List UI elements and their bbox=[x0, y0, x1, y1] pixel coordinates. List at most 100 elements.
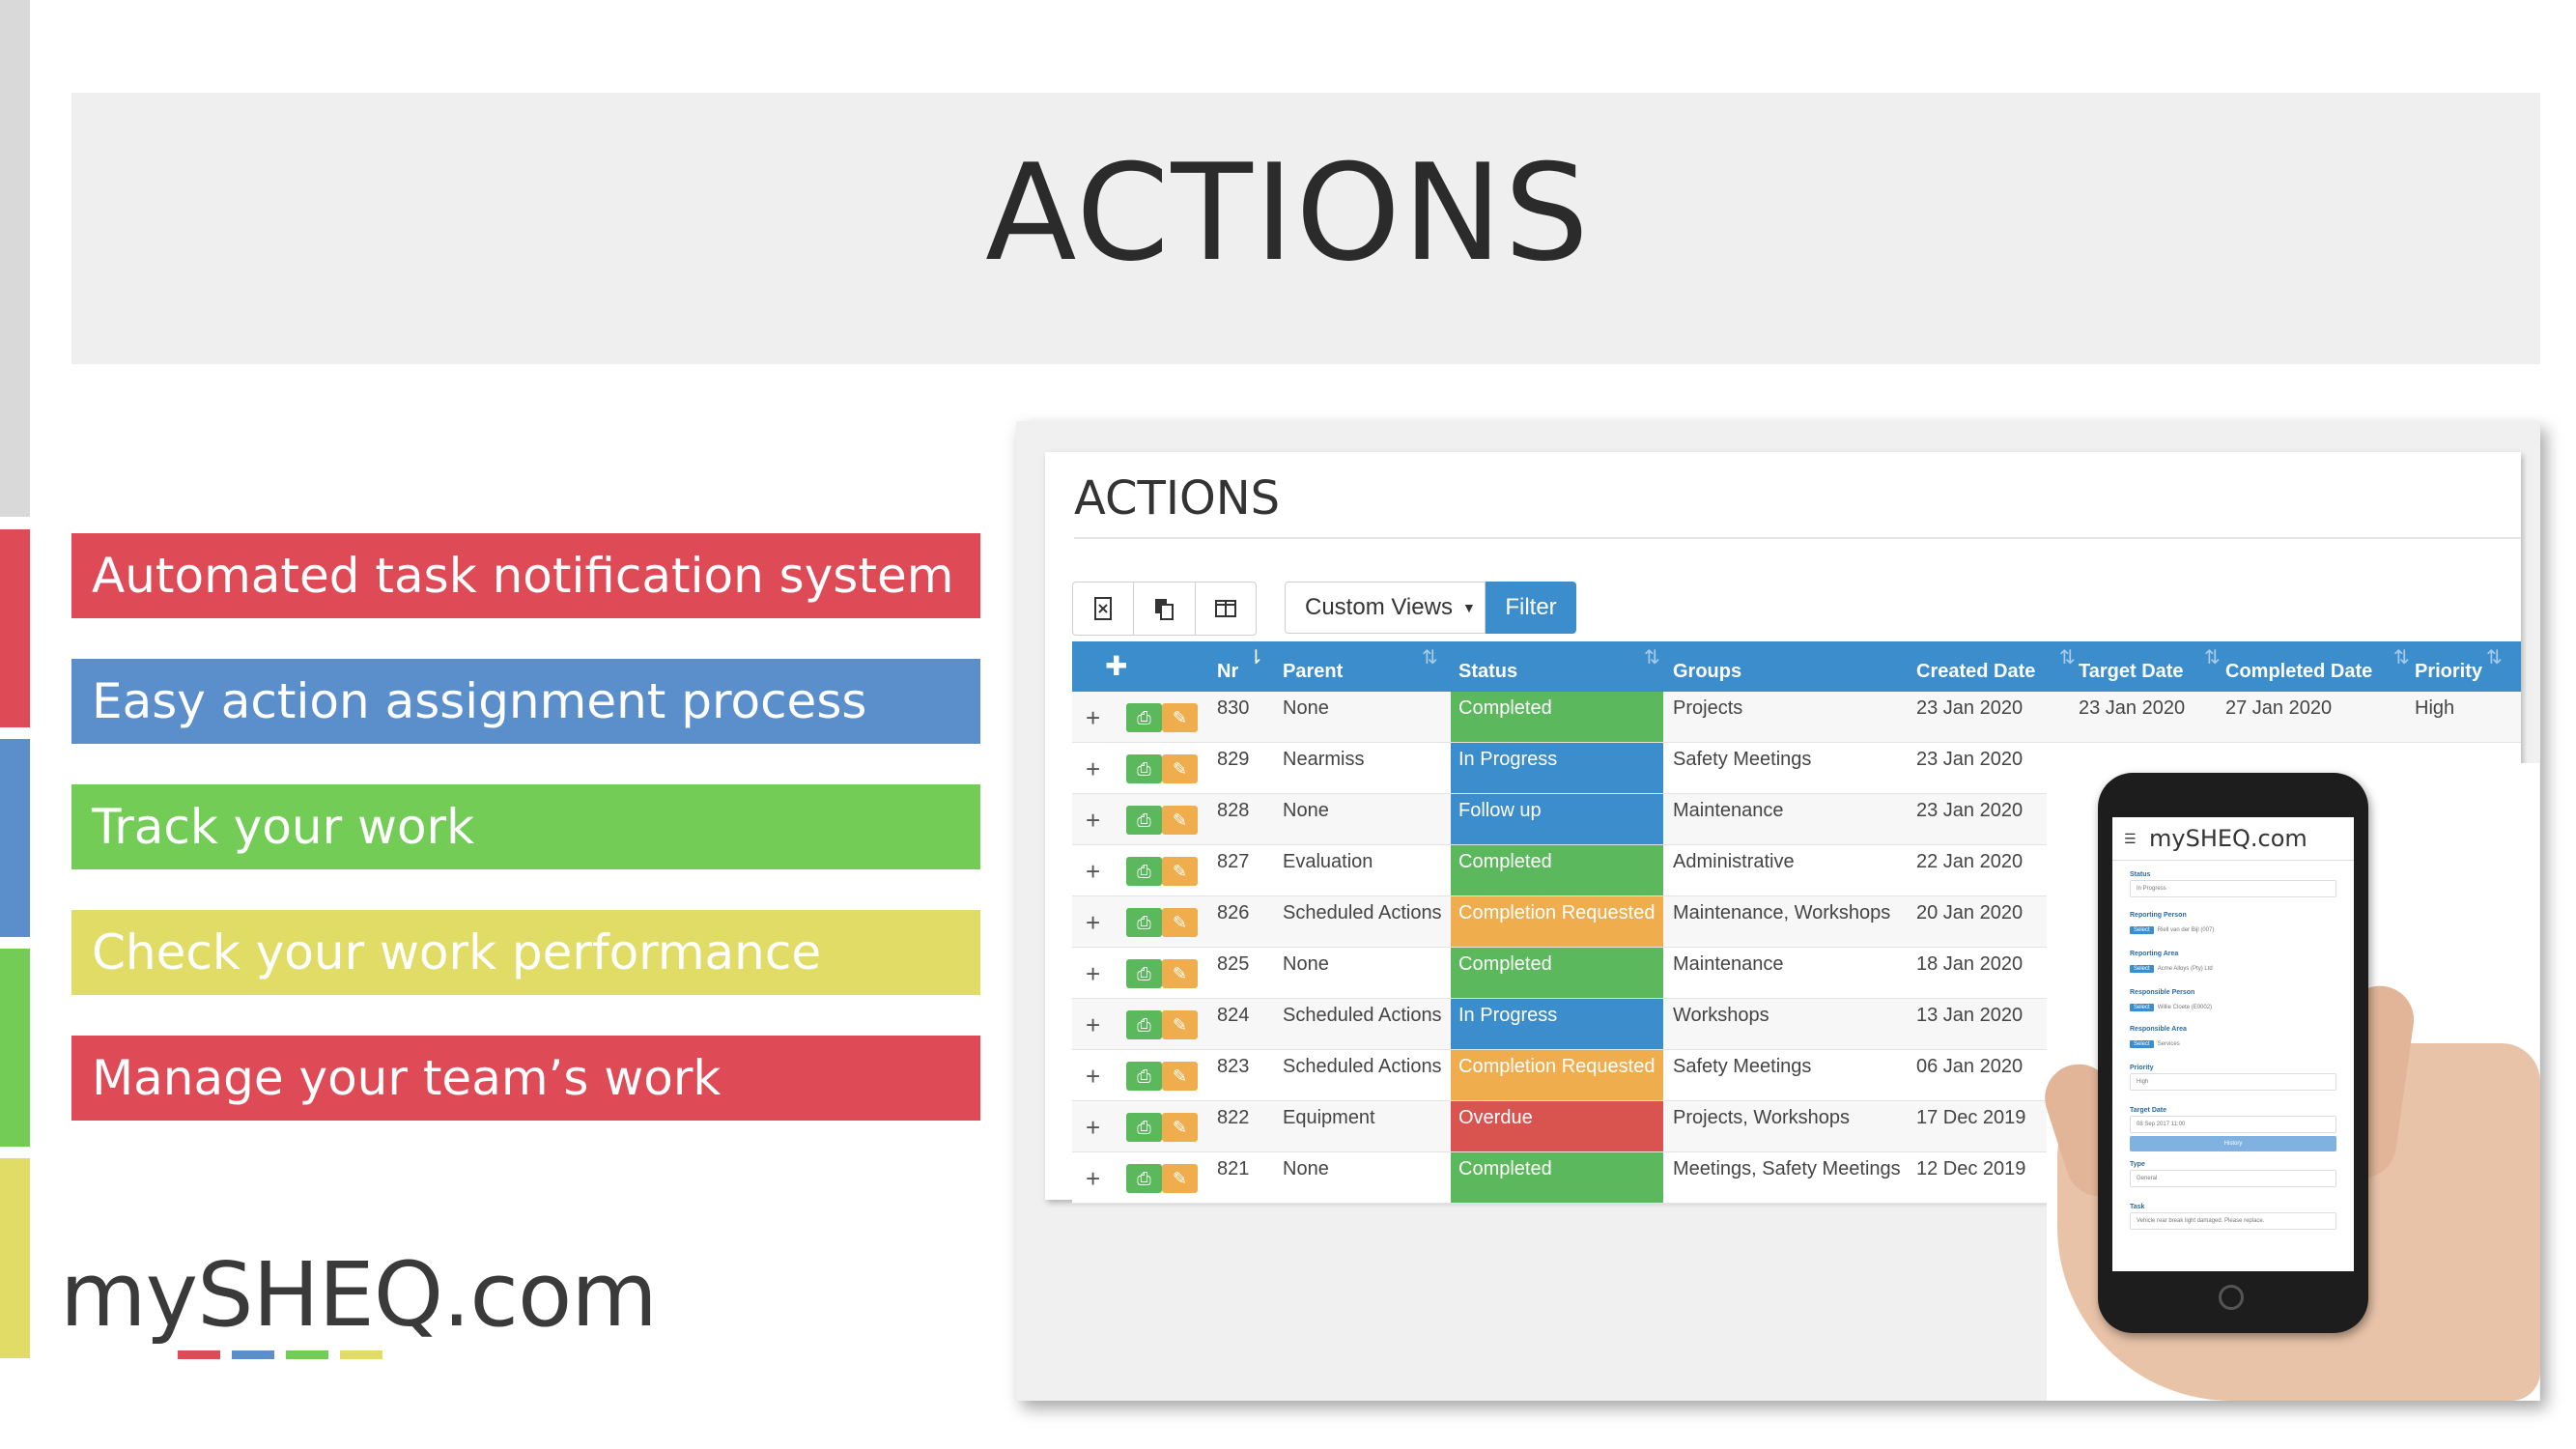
panel-title: ACTIONS bbox=[1074, 471, 1281, 526]
print-icon[interactable]: ⎙ bbox=[1126, 703, 1162, 732]
mobile-field[interactable]: Priority High bbox=[2130, 1065, 2336, 1091]
expand-row-icon[interactable]: + bbox=[1086, 756, 1100, 781]
expand-row-icon[interactable]: + bbox=[1086, 705, 1100, 730]
cell-groups: Maintenance bbox=[1673, 953, 1784, 975]
mobile-field-input[interactable]: In Progress bbox=[2130, 880, 2336, 897]
edit-icon[interactable]: ✎ bbox=[1162, 908, 1198, 937]
edit-icon[interactable]: ✎ bbox=[1162, 857, 1198, 886]
history-button[interactable]: History bbox=[2130, 1136, 2336, 1151]
edit-icon[interactable]: ✎ bbox=[1162, 754, 1198, 783]
print-icon[interactable]: ⎙ bbox=[1126, 908, 1162, 937]
custom-views-dropdown[interactable]: Custom Views ▼ bbox=[1285, 582, 1486, 634]
feature-bar: Check your work performance bbox=[71, 910, 980, 995]
expand-row-icon[interactable]: + bbox=[1086, 961, 1100, 986]
table-row[interactable]: + ⎙ ✎ 830 None Completed Projects 23 Jan 2020 23… bbox=[1072, 692, 2521, 743]
select-button[interactable]: Select bbox=[2130, 1004, 2154, 1011]
mobile-field-label: Reporting Person bbox=[2130, 912, 2187, 919]
hamburger-menu-icon[interactable]: ☰ bbox=[2124, 831, 2137, 847]
mobile-field[interactable]: Target Date 08 Sep 2017 11:00 bbox=[2130, 1107, 2336, 1133]
print-icon[interactable]: ⎙ bbox=[1126, 806, 1162, 835]
expand-row-icon[interactable]: + bbox=[1086, 808, 1100, 833]
mobile-field[interactable]: Responsible Person Select Willie Cloete (E… bbox=[2130, 989, 2336, 1013]
logo-underline-yellow bbox=[340, 1350, 382, 1359]
sort-icon[interactable]: ⇅ bbox=[2486, 643, 2503, 672]
cell-status: In Progress bbox=[1451, 743, 1663, 793]
left-strip-blue bbox=[0, 739, 30, 937]
expand-row-icon[interactable]: + bbox=[1086, 1064, 1100, 1089]
print-icon[interactable]: ⎙ bbox=[1126, 857, 1162, 886]
edit-icon[interactable]: ✎ bbox=[1162, 1062, 1198, 1091]
cell-nr: 827 bbox=[1217, 851, 1250, 872]
edit-icon[interactable]: ✎ bbox=[1162, 1010, 1198, 1039]
col-status[interactable]: Status bbox=[1458, 641, 1517, 692]
logo-underline-red bbox=[178, 1350, 220, 1359]
edit-icon[interactable]: ✎ bbox=[1162, 1164, 1198, 1193]
filter-button[interactable]: Filter bbox=[1486, 582, 1576, 634]
col-completed-date[interactable]: Completed Date bbox=[2225, 641, 2372, 692]
cell-created-date: 23 Jan 2020 bbox=[1916, 800, 2024, 821]
print-icon[interactable]: ⎙ bbox=[1126, 1010, 1162, 1039]
cell-created-date: 13 Jan 2020 bbox=[1916, 1005, 2024, 1026]
cell-created-date: 22 Jan 2020 bbox=[1916, 851, 2024, 872]
cell-nr: 826 bbox=[1217, 902, 1250, 923]
print-icon[interactable]: ⎙ bbox=[1126, 1062, 1162, 1091]
expand-row-icon[interactable]: + bbox=[1086, 1115, 1100, 1140]
sort-icon[interactable]: ⇅ bbox=[2393, 643, 2410, 672]
cell-groups: Meetings, Safety Meetings bbox=[1673, 1158, 1901, 1179]
sort-icon[interactable]: ⇅ bbox=[2204, 643, 2221, 672]
select-button[interactable]: Select bbox=[2130, 965, 2154, 973]
mobile-field[interactable]: Responsible Area Select Services bbox=[2130, 1026, 2336, 1050]
mobile-field[interactable]: Reporting Area Select Acme Alloys (Pty) Lt… bbox=[2130, 951, 2336, 975]
print-icon[interactable]: ⎙ bbox=[1126, 754, 1162, 783]
edit-icon[interactable]: ✎ bbox=[1162, 806, 1198, 835]
mobile-field-label: Responsible Person bbox=[2130, 989, 2195, 996]
expand-row-icon[interactable]: + bbox=[1086, 1166, 1100, 1191]
mobile-field-input[interactable]: 08 Sep 2017 11:00 bbox=[2130, 1116, 2336, 1133]
mobile-field[interactable]: Reporting Person Select Riell van der Bijl… bbox=[2130, 912, 2336, 936]
phone-screen: ☰ mySHEQ.com Status In Progress Reporting … bbox=[2112, 817, 2354, 1271]
left-strip-green bbox=[0, 949, 30, 1147]
col-groups[interactable]: Groups bbox=[1673, 641, 1741, 692]
home-button-icon[interactable] bbox=[2219, 1285, 2244, 1310]
mobile-field-input[interactable]: Vehicle rear break light damaged. Please… bbox=[2130, 1212, 2336, 1230]
mobile-field-input[interactable]: High bbox=[2130, 1073, 2336, 1091]
select-button[interactable]: Select bbox=[2130, 926, 2154, 934]
select-button[interactable]: Select bbox=[2130, 1040, 2154, 1048]
mobile-field[interactable]: Status In Progress bbox=[2130, 871, 2336, 897]
mobile-field[interactable]: Task Vehicle rear break light damaged. Pl… bbox=[2130, 1204, 2336, 1230]
excel-icon[interactable] bbox=[1073, 582, 1135, 635]
columns-icon[interactable] bbox=[1196, 582, 1256, 635]
col-priority[interactable]: Priority bbox=[2415, 641, 2482, 692]
copy-icon[interactable] bbox=[1134, 582, 1196, 635]
mobile-pick-row: Select Riell van der Bijl (007) bbox=[2130, 919, 2336, 936]
col-nr[interactable]: Nr bbox=[1217, 641, 1238, 692]
cell-status: Follow up bbox=[1451, 794, 1663, 844]
cell-parent: Scheduled Actions bbox=[1283, 1005, 1442, 1026]
cell-groups: Safety Meetings bbox=[1673, 1056, 1812, 1077]
col-created-date[interactable]: Created Date bbox=[1916, 641, 2035, 692]
mobile-field-input[interactable]: General bbox=[2130, 1170, 2336, 1187]
expand-row-icon[interactable]: + bbox=[1086, 1012, 1100, 1037]
edit-icon[interactable]: ✎ bbox=[1162, 1113, 1198, 1142]
mobile-field[interactable]: Type General bbox=[2130, 1161, 2336, 1187]
expand-row-icon[interactable]: + bbox=[1086, 910, 1100, 935]
col-target-date[interactable]: Target Date bbox=[2079, 641, 2184, 692]
cell-nr: 822 bbox=[1217, 1107, 1250, 1128]
cell-groups: Maintenance, Workshops bbox=[1673, 902, 1891, 923]
sort-icon[interactable]: ⇅ bbox=[1422, 643, 1438, 672]
edit-icon[interactable]: ✎ bbox=[1162, 959, 1198, 988]
mobile-field-value: Services bbox=[2157, 1041, 2180, 1047]
print-icon[interactable]: ⎙ bbox=[1126, 959, 1162, 988]
print-icon[interactable]: ⎙ bbox=[1126, 1164, 1162, 1193]
sort-desc-icon[interactable]: ⇂ bbox=[1248, 643, 1264, 672]
cell-parent: Scheduled Actions bbox=[1283, 1056, 1442, 1077]
edit-icon[interactable]: ✎ bbox=[1162, 703, 1198, 732]
sort-icon[interactable]: ⇅ bbox=[2059, 643, 2076, 672]
print-icon[interactable]: ⎙ bbox=[1126, 1113, 1162, 1142]
expand-row-icon[interactable]: + bbox=[1086, 859, 1100, 884]
cell-nr: 823 bbox=[1217, 1056, 1250, 1077]
add-action-icon[interactable]: ✚ bbox=[1105, 641, 1127, 692]
sort-icon[interactable]: ⇅ bbox=[1644, 643, 1660, 672]
feature-bar: Track your work bbox=[71, 784, 980, 869]
col-parent[interactable]: Parent bbox=[1283, 641, 1343, 692]
